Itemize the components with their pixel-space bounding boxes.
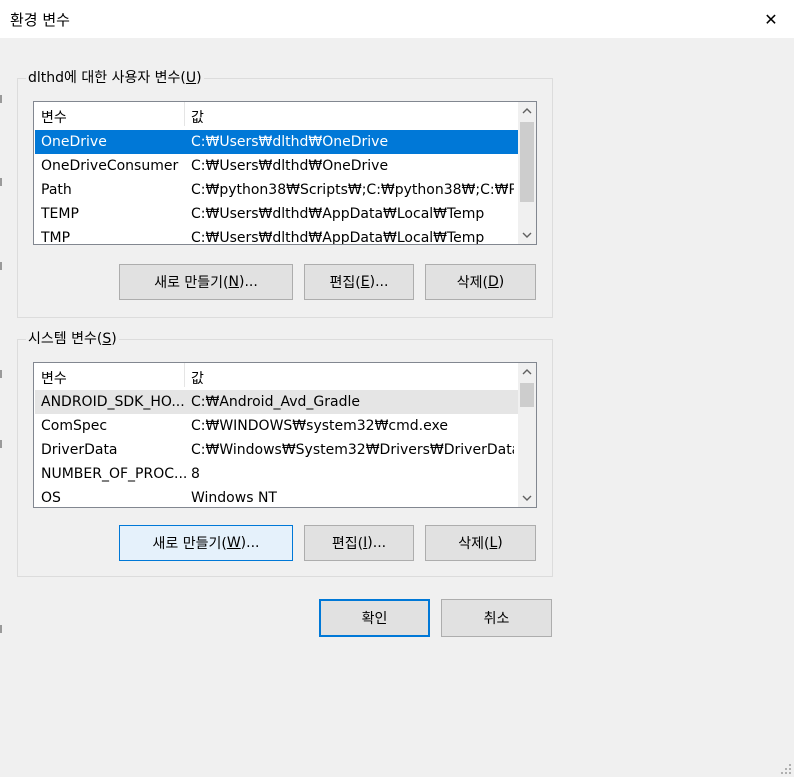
user-variables-group: dlthd에 대한 사용자 변수(U) 변수 값 OneDrive C:₩User… xyxy=(17,69,553,318)
list-item[interactable]: TEMP C:₩Users₩dlthd₩AppData₩Local₩Temp xyxy=(35,202,518,226)
resize-grip-icon[interactable] xyxy=(780,763,792,775)
window-title: 환경 변수 xyxy=(10,11,70,29)
list-header: 변수 값 xyxy=(34,363,518,387)
system-variables-list[interactable]: 변수 값 ANDROID_SDK_HO... C:₩Android_Avd_Gra… xyxy=(33,362,537,508)
user-delete-button[interactable]: 삭제(D) xyxy=(425,264,536,300)
vertical-scrollbar[interactable] xyxy=(518,363,536,507)
list-item[interactable]: TMP C:₩Users₩dlthd₩AppData₩Local₩Temp xyxy=(35,226,518,244)
system-variables-group: 시스템 변수(S) 변수 값 ANDROID_SDK_HO... C:₩Andro… xyxy=(17,330,553,577)
list-item[interactable]: Path C:₩python38₩Scripts₩;C:₩python38₩;C:… xyxy=(35,178,518,202)
close-icon: ✕ xyxy=(764,9,778,29)
scroll-thumb[interactable] xyxy=(520,122,534,202)
background-edge-mark xyxy=(0,625,2,633)
list-item[interactable]: DriverData C:₩Windows₩System32₩Drivers₩Dr… xyxy=(35,438,518,462)
chevron-down-icon xyxy=(522,495,532,501)
user-variables-list[interactable]: 변수 값 OneDrive C:₩Users₩dlthd₩OneDrive One… xyxy=(33,101,537,245)
background-edge-mark xyxy=(0,178,2,186)
title-bar: 환경 변수 ✕ xyxy=(0,0,794,38)
column-header-variable[interactable]: 변수 xyxy=(41,368,67,388)
system-new-button[interactable]: 새로 만들기(W)... xyxy=(119,525,293,561)
chevron-up-icon xyxy=(522,369,532,375)
background-edge-mark xyxy=(0,370,2,378)
list-item[interactable]: ANDROID_SDK_HO... C:₩Android_Avd_Gradle xyxy=(35,390,518,414)
system-variables-label: 시스템 변수(S) xyxy=(26,330,119,348)
list-item[interactable]: NUMBER_OF_PROC... 8 xyxy=(35,462,518,486)
list-item[interactable]: OneDrive C:₩Users₩dlthd₩OneDrive xyxy=(35,130,518,154)
cancel-button[interactable]: 취소 xyxy=(441,599,552,637)
scroll-down-button[interactable] xyxy=(518,489,536,507)
list-header: 변수 값 xyxy=(34,102,518,126)
system-edit-button[interactable]: 편집(I)... xyxy=(304,525,414,561)
chevron-up-icon xyxy=(522,108,532,114)
column-header-value[interactable]: 값 xyxy=(191,107,204,127)
scroll-down-button[interactable] xyxy=(518,226,536,244)
scroll-thumb[interactable] xyxy=(520,383,534,407)
background-edge-mark xyxy=(0,440,2,448)
list-item[interactable]: OneDriveConsumer C:₩Users₩dlthd₩OneDrive xyxy=(35,154,518,178)
user-edit-button[interactable]: 편집(E)... xyxy=(304,264,414,300)
scroll-up-button[interactable] xyxy=(518,102,536,120)
column-header-variable[interactable]: 변수 xyxy=(41,107,67,127)
column-header-value[interactable]: 값 xyxy=(191,368,204,388)
close-button[interactable]: ✕ xyxy=(748,0,794,38)
list-item[interactable]: ComSpec C:₩WINDOWS₩system32₩cmd.exe xyxy=(35,414,518,438)
system-delete-button[interactable]: 삭제(L) xyxy=(425,525,536,561)
vertical-scrollbar[interactable] xyxy=(518,102,536,244)
user-variables-label: dlthd에 대한 사용자 변수(U) xyxy=(26,69,204,87)
chevron-down-icon xyxy=(522,232,532,238)
list-item[interactable]: OS Windows NT xyxy=(35,486,518,507)
user-new-button[interactable]: 새로 만들기(N)... xyxy=(119,264,293,300)
background-edge-mark xyxy=(0,262,2,270)
background-edge-mark xyxy=(0,95,2,103)
scroll-up-button[interactable] xyxy=(518,363,536,381)
ok-button[interactable]: 확인 xyxy=(319,599,430,637)
